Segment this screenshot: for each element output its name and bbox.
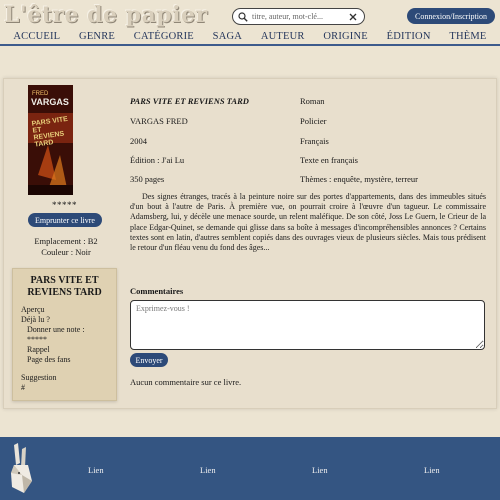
book-cover: FRED VARGAS PARS VITE ET REVIENS TARD: [28, 85, 73, 195]
login-button[interactable]: Connexion/Inscription: [407, 8, 495, 24]
search-input[interactable]: [252, 12, 348, 21]
no-comments-text: Aucun commentaire sur ce livre.: [130, 377, 242, 387]
sidebar-item-apercu[interactable]: Aperçu: [21, 305, 108, 315]
footer-link[interactable]: Lien: [200, 465, 216, 475]
clear-icon[interactable]: [348, 12, 358, 22]
search-box[interactable]: [232, 8, 365, 25]
book-author[interactable]: VARGAS FRED: [130, 116, 188, 126]
sidebar-note-stars[interactable]: *****: [21, 335, 108, 345]
sidebar-item-page-fans[interactable]: Page des fans: [21, 355, 108, 365]
cover-title: PARS VITE ET REVIENS TARD: [31, 115, 73, 149]
send-button[interactable]: Envoyer: [130, 353, 168, 367]
color-text: Couleur : Noir: [41, 247, 91, 257]
nav-item-genre[interactable]: GENRE: [79, 31, 115, 42]
nav-divider: [0, 44, 500, 46]
sidebar-title: PARS VITE ET REVIENS TARD: [27, 275, 102, 298]
location-text: Emplacement : B2: [34, 236, 98, 246]
book-location: Emplacement : B2 Couleur : Noir: [28, 236, 104, 258]
book-type: Roman: [300, 96, 325, 106]
sidebar-item-deja-lu[interactable]: Déjà lu ?: [21, 315, 108, 325]
sidebar-item-rappel[interactable]: Rappel: [21, 345, 108, 355]
book-language: Français: [300, 136, 329, 146]
borrow-button[interactable]: Emprunter ce livre: [28, 213, 102, 227]
book-pages: 350 pages: [130, 174, 165, 184]
nav-item-auteur[interactable]: AUTEUR: [261, 31, 305, 42]
comment-input[interactable]: [130, 300, 485, 350]
book-sidebar: PARS VITE ET REVIENS TARD Aperçu Déjà lu…: [12, 268, 117, 401]
book-themes: Thèmes : enquête, mystère, terreur: [300, 174, 419, 184]
book-year: 2004: [130, 136, 147, 146]
book-title: PARS VITE ET REVIENS TARD: [130, 96, 249, 106]
sidebar-item-donner-note: Donner une note :: [27, 325, 85, 334]
nav-item-origine[interactable]: ORIGINE: [323, 31, 368, 42]
nav-item-accueil[interactable]: ACCUEIL: [13, 31, 60, 42]
cover-brand: VARGAS: [31, 97, 69, 107]
book-edition: Édition : J'ai Lu: [130, 155, 185, 165]
book-genre: Policier: [300, 116, 327, 126]
site-logo[interactable]: L'être de papier: [4, 2, 208, 28]
nav-item-edition[interactable]: ÉDITION: [387, 31, 431, 42]
main-nav: ACCUEIL GENRE CATÉGORIE SAGA AUTEUR ORIG…: [0, 27, 500, 45]
footer-link[interactable]: Lien: [424, 465, 440, 475]
book-rating: *****: [52, 200, 77, 210]
sidebar-item-hash[interactable]: #: [21, 383, 108, 393]
search-icon[interactable]: [238, 11, 248, 22]
nav-item-categorie[interactable]: CATÉGORIE: [134, 31, 194, 42]
book-summary: Des signes étranges, tracés à la peintur…: [130, 192, 486, 253]
comments-heading: Commentaires: [130, 286, 184, 296]
book-card: FRED VARGAS PARS VITE ET REVIENS TARD **…: [3, 78, 497, 409]
nav-item-saga[interactable]: SAGA: [213, 31, 242, 42]
footer-link[interactable]: Lien: [88, 465, 104, 475]
footer: Lien Lien Lien Lien: [0, 437, 500, 500]
rabbit-logo-icon: [11, 443, 32, 493]
header: L'être de papier Connexion/Inscription A…: [0, 0, 500, 46]
sidebar-item-suggestion[interactable]: Suggestion: [21, 373, 108, 383]
book-text-language: Texte en français: [300, 155, 358, 165]
footer-link[interactable]: Lien: [312, 465, 328, 475]
nav-item-theme[interactable]: THÈME: [449, 31, 486, 42]
